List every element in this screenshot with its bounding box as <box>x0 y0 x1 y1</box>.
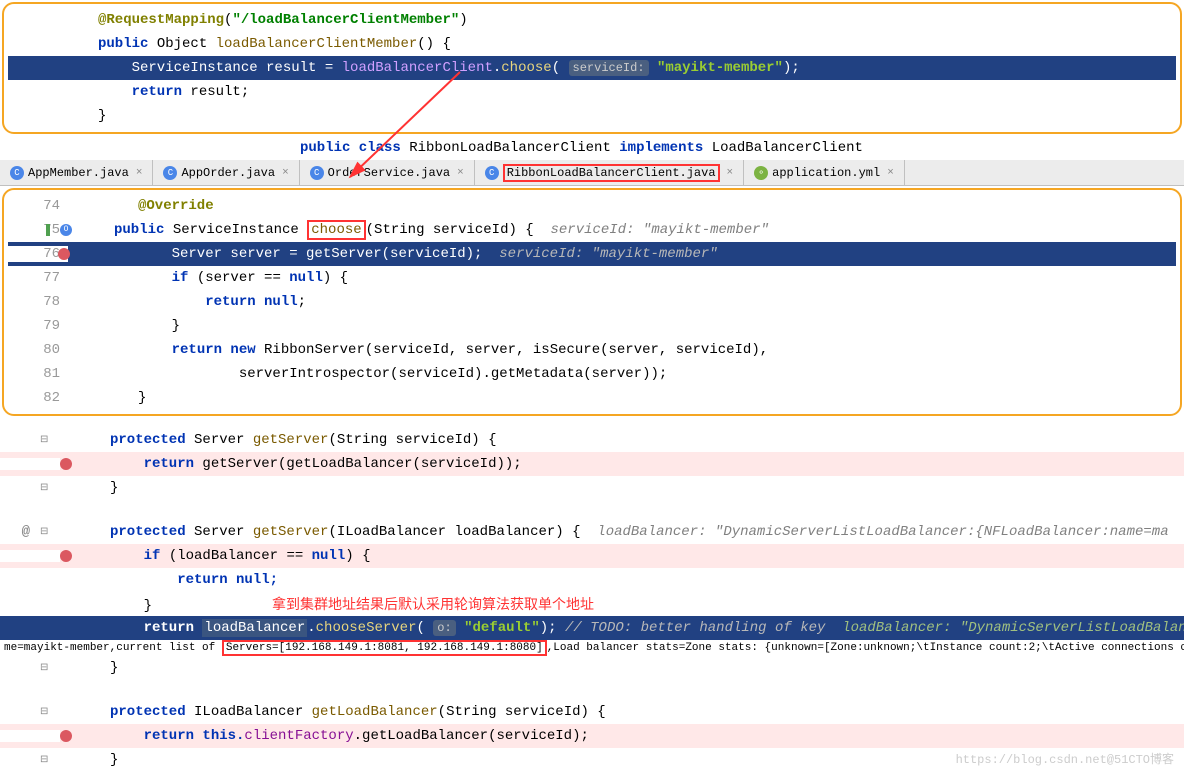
tab-appmember[interactable]: CAppMember.java× <box>0 160 153 185</box>
code-line: return result; <box>8 80 1176 104</box>
code-line: return this.clientFactory.getLoadBalance… <box>0 724 1184 748</box>
line-number: 80 <box>43 342 60 358</box>
tab-orderservice[interactable]: COrderService.java× <box>300 160 475 185</box>
java-icon: C <box>310 166 324 180</box>
code-line: ⊟ } <box>0 656 1184 680</box>
code-line: 81 serverIntrospector(serviceId).getMeta… <box>8 362 1176 386</box>
collapse-icon[interactable]: ⊟ <box>40 754 52 766</box>
annotation-text: 拿到集群地址结果后默认采用轮询算法获取单个地址 <box>272 598 594 614</box>
breakpoint-icon[interactable] <box>58 248 70 260</box>
close-icon[interactable]: × <box>136 167 143 179</box>
editor-tabs: CAppMember.java× CAppOrder.java× COrderS… <box>0 160 1184 186</box>
close-icon[interactable]: × <box>727 167 734 179</box>
annotation: @RequestMapping <box>98 12 224 28</box>
java-icon: C <box>163 166 177 180</box>
code-line-highlighted: 76 Server server = getServer(serviceId);… <box>8 242 1176 266</box>
code-line: 82 } <box>8 386 1176 410</box>
close-icon[interactable]: × <box>457 167 464 179</box>
code-line: }拿到集群地址结果后默认采用轮询算法获取单个地址 <box>0 592 1184 616</box>
code-line: return null; <box>0 568 1184 592</box>
param-hint: serviceId: <box>569 60 649 76</box>
code-line: ⊟ protected ILoadBalancer getLoadBalance… <box>0 700 1184 724</box>
code-line: 74 @Override <box>8 194 1176 218</box>
code-line-highlighted: ServiceInstance result = loadBalancerCli… <box>8 56 1176 80</box>
collapse-icon[interactable]: ⊟ <box>40 434 52 446</box>
debug-status-line: me=mayikt-member,current list of Servers… <box>0 640 1184 656</box>
code-panel-2: 74 @Override 75 O public ServiceInstance… <box>2 188 1182 416</box>
at-icon: @ <box>22 524 30 540</box>
line-number: 81 <box>43 366 60 382</box>
param-hint: o: <box>433 620 455 636</box>
code-line: if (loadBalancer == null) { <box>0 544 1184 568</box>
code-line: @⊟ protected Server getServer(ILoadBalan… <box>0 520 1184 544</box>
code-line-highlighted: return loadBalancer.chooseServer( o: "de… <box>0 616 1184 640</box>
tab-appyml[interactable]: ⚬application.yml× <box>744 160 905 185</box>
collapse-icon[interactable]: ⊟ <box>40 662 52 674</box>
code-line: public Object loadBalancerClientMember()… <box>8 32 1176 56</box>
class-declaration: public class RibbonLoadBalancerClient im… <box>0 136 1184 160</box>
code-line: 77 if (server == null) { <box>8 266 1176 290</box>
vcs-marker <box>46 224 50 236</box>
watermark: https://blog.csdn.net@51CTO博客 <box>956 750 1174 767</box>
code-line: @RequestMapping("/loadBalancerClientMemb… <box>8 8 1176 32</box>
code-line: ⊟ } <box>0 476 1184 500</box>
close-icon[interactable]: × <box>282 167 289 179</box>
breakpoint-icon[interactable] <box>60 458 72 470</box>
code-panel-3: ⊟ protected Server getServer(String serv… <box>0 428 1184 772</box>
breakpoint-icon[interactable] <box>60 550 72 562</box>
line-number: 78 <box>43 294 60 310</box>
java-icon: C <box>10 166 24 180</box>
line-number: 79 <box>43 318 60 334</box>
code-line: ⊟ protected Server getServer(String serv… <box>0 428 1184 452</box>
tab-ribbonlbc[interactable]: CRibbonLoadBalancerClient.java× <box>475 160 744 185</box>
code-line: } <box>8 104 1176 128</box>
close-icon[interactable]: × <box>887 167 894 179</box>
breakpoint-icon[interactable] <box>60 730 72 742</box>
java-icon: C <box>485 166 499 180</box>
collapse-icon[interactable]: ⊟ <box>40 706 52 718</box>
line-number: 74 <box>43 198 60 214</box>
code-panel-1: @RequestMapping("/loadBalancerClientMemb… <box>2 2 1182 134</box>
code-line: return getServer(getLoadBalancer(service… <box>0 452 1184 476</box>
line-number: 77 <box>43 270 60 286</box>
code-line: 79 } <box>8 314 1176 338</box>
code-line: 75 O public ServiceInstance choose(Strin… <box>8 218 1176 242</box>
line-number: 82 <box>43 390 60 406</box>
collapse-icon[interactable]: ⊟ <box>40 526 52 538</box>
yml-icon: ⚬ <box>754 166 768 180</box>
code-line: 80 return new RibbonServer(serviceId, se… <box>8 338 1176 362</box>
tab-apporder[interactable]: CAppOrder.java× <box>153 160 299 185</box>
collapse-icon[interactable]: ⊟ <box>40 482 52 494</box>
code-line: 78 return null; <box>8 290 1176 314</box>
